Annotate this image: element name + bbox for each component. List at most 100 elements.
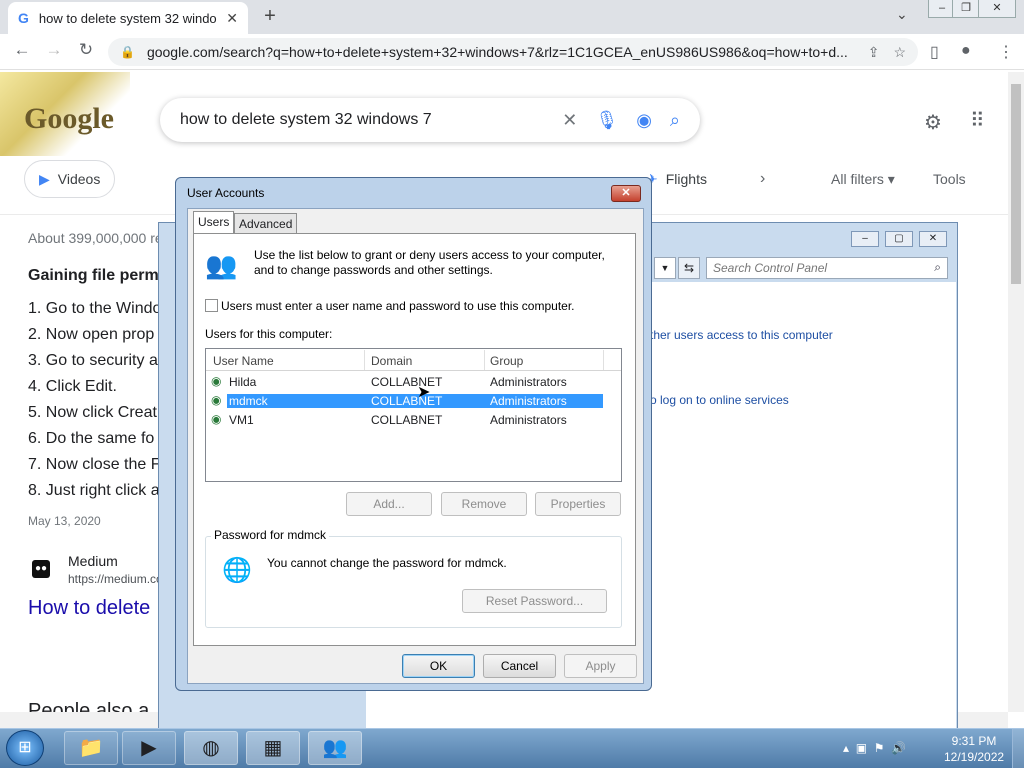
snippet-step: 1. Go to the Windo — [28, 300, 162, 317]
user-domain: COLLABNET — [371, 375, 443, 389]
snippet-step: 3. Go to security a — [28, 352, 158, 369]
show-desktop-button[interactable] — [1012, 729, 1024, 768]
reset-password-button[interactable]: Reset Password... — [462, 589, 607, 613]
source-url: https://medium.co — [68, 572, 163, 586]
result-link[interactable]: How to delete — [28, 597, 150, 620]
column-domain[interactable]: Domain — [371, 354, 412, 368]
snippet-step: 2. Now open prop — [28, 326, 155, 343]
snippet-step: 4. Click Edit. — [28, 378, 117, 395]
system-tray[interactable]: ▴ ▣ ⚑ 🔊 — [843, 741, 906, 755]
all-filters-button[interactable]: All filters ▾ — [831, 171, 895, 188]
search-icon[interactable]: ⌕ — [670, 110, 680, 131]
properties-button[interactable]: Properties — [535, 492, 621, 516]
clear-icon[interactable]: ✕ — [562, 110, 577, 131]
checkbox-label[interactable]: Users must enter a user name and passwor… — [221, 299, 575, 313]
column-user-name[interactable]: User Name — [213, 354, 274, 368]
chips-next-icon[interactable]: › — [760, 170, 765, 188]
address-dropdown-icon[interactable]: ▼ — [654, 257, 676, 279]
back-icon[interactable]: ← — [10, 40, 34, 60]
scrollbar-thumb[interactable] — [1011, 84, 1021, 284]
new-tab-button[interactable]: + — [258, 5, 282, 29]
user-domain: COLLABNET — [371, 413, 443, 427]
apply-button[interactable]: Apply — [564, 654, 637, 678]
control-panel-search[interactable]: Search Control Panel ⌕ — [706, 257, 948, 279]
url-text[interactable]: google.com/search?q=how+to+delete+system… — [147, 44, 854, 60]
column-separator[interactable] — [484, 350, 485, 370]
settings-gear-icon[interactable]: ⚙ — [924, 110, 942, 135]
clock-time: 9:31 PM — [951, 734, 997, 748]
user-globe-icon: ◉ — [211, 393, 222, 407]
apps-grid-icon[interactable]: ⠿ — [970, 108, 985, 133]
tools-button[interactable]: Tools — [933, 171, 966, 187]
user-name: VM1 — [229, 413, 254, 427]
snippet-step: 8. Just right click a — [28, 482, 160, 499]
column-separator[interactable] — [364, 350, 365, 370]
users-access-link[interactable]: ther users access to this computer — [650, 328, 833, 342]
snippet-date: May 13, 2020 — [28, 514, 101, 528]
source-name: Medium — [68, 553, 118, 569]
column-separator[interactable] — [603, 350, 604, 370]
list-item[interactable]: ◉ VM1 COLLABNET Administrators — [207, 411, 603, 429]
cancel-button[interactable]: Cancel — [483, 654, 556, 678]
camera-lens-icon[interactable]: ◉ — [636, 110, 652, 131]
explorer-taskbar-icon[interactable]: 📁 — [64, 731, 118, 765]
chrome-taskbar-icon[interactable]: ◍ — [184, 731, 238, 765]
search-box[interactable]: how to delete system 32 windows 7 ✕ 🎙 ◉ … — [160, 98, 700, 142]
online-services-link[interactable]: o log on to online services — [650, 393, 789, 407]
user-globe-icon: ◉ — [211, 374, 222, 388]
user-globe-icon: ◉ — [211, 412, 222, 426]
microphone-icon[interactable]: 🎙 — [595, 110, 618, 131]
password-group-label: Password for mdmck — [211, 528, 330, 542]
snippet-step: 7. Now close the F — [28, 456, 161, 473]
tab-advanced[interactable]: Advanced — [234, 213, 298, 233]
dialog-close-button[interactable]: ✕ — [611, 185, 641, 202]
address-bar[interactable]: 🔒 google.com/search?q=how+to+delete+syst… — [108, 38, 918, 66]
maximize-icon[interactable]: ▢ — [885, 231, 913, 247]
list-item[interactable]: ◉ Hilda COLLABNET Administrators — [207, 373, 603, 391]
user-domain: COLLABNET — [371, 394, 443, 408]
search-icon[interactable]: ⌕ — [934, 260, 941, 275]
forward-icon[interactable]: → — [42, 40, 66, 60]
google-favicon-icon: G — [18, 10, 29, 26]
minimize-icon[interactable]: – — [851, 231, 879, 247]
bookmark-star-icon[interactable]: ☆ — [893, 44, 906, 61]
users-list-label: Users for this computer: — [205, 327, 333, 341]
clock-date: 12/19/2022 — [944, 750, 1005, 764]
user-group: Administrators — [490, 394, 567, 408]
close-tab-icon[interactable]: ✕ — [226, 10, 238, 27]
browser-tab[interactable]: G how to delete system 32 windo ✕ — [8, 2, 248, 34]
control-panel-taskbar-icon[interactable]: ▦ — [246, 731, 300, 765]
menu-kebab-icon[interactable]: ⋮ — [998, 42, 1014, 62]
vertical-scrollbar[interactable] — [1008, 72, 1024, 712]
media-player-taskbar-icon[interactable]: ▶ — [122, 731, 176, 765]
require-password-checkbox[interactable] — [205, 299, 218, 312]
medium-favicon-icon: ●● — [32, 560, 50, 578]
share-icon[interactable]: ⇪ — [868, 44, 880, 61]
search-input[interactable]: how to delete system 32 windows 7 — [180, 111, 544, 129]
close-icon[interactable]: ✕ — [919, 231, 947, 247]
result-stats: About 399,000,000 re — [28, 230, 163, 246]
user-name: Hilda — [229, 375, 257, 389]
video-icon: ▶ — [39, 170, 50, 187]
side-panel-icon[interactable]: ▯ — [930, 42, 939, 62]
user-accounts-taskbar-icon[interactable]: 👥 — [308, 731, 362, 765]
ok-button[interactable]: OK — [402, 654, 475, 678]
column-group[interactable]: Group — [490, 354, 523, 368]
tab-users[interactable]: Users — [193, 211, 235, 234]
snippet-step: 6. Do the same fo — [28, 430, 155, 447]
start-button[interactable]: ⊞ — [6, 730, 44, 766]
taskbar-clock[interactable]: 9:31 PM 12/19/2022 — [944, 733, 1004, 765]
snippet-step: 5. Now click Creat — [28, 404, 157, 421]
close-window-icon[interactable]: ✕ — [978, 0, 1016, 18]
remove-user-button[interactable]: Remove — [441, 492, 527, 516]
restore-icon[interactable]: ❐ — [952, 0, 980, 18]
chip-videos[interactable]: ▶ Videos — [24, 160, 116, 198]
list-item-selected[interactable]: ◉ mdmck COLLABNET Administrators — [207, 392, 603, 410]
refresh-icon[interactable]: ⇆ — [678, 257, 700, 279]
lock-icon[interactable]: 🔒 — [120, 45, 135, 59]
reload-icon[interactable]: ↻ — [74, 40, 98, 60]
google-doodle-logo[interactable]: Google — [0, 72, 130, 156]
add-user-button[interactable]: Add... — [346, 492, 432, 516]
tab-search-icon[interactable]: ⌄ — [896, 6, 908, 23]
profile-icon[interactable]: ● — [961, 42, 971, 60]
